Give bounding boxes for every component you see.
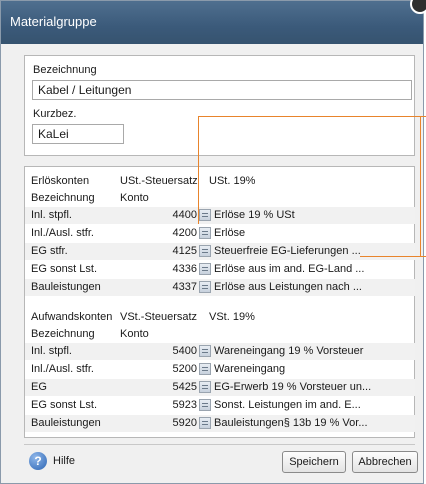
table-row: Inl./Ausl. stfr. 4200 Erlöse <box>25 225 415 242</box>
row-label: EG <box>31 381 47 393</box>
table-row: Bauleistungen 4337 Erlöse aus Leistungen… <box>25 279 415 296</box>
erloes-section-title: Erlöskonten <box>31 175 90 187</box>
kurzbez-input[interactable]: KaLei <box>32 124 124 144</box>
row-label: EG stfr. <box>31 245 68 257</box>
vst-rate-label: VSt.-Steuersatz <box>120 311 198 323</box>
account-description: Sonst. Leistungen im and. E... <box>214 399 361 411</box>
account-number[interactable]: 4400 <box>173 209 197 221</box>
account-description: Bauleistungen§ 13b 19 % Vor... <box>214 417 368 429</box>
col-konto: Konto <box>120 328 149 340</box>
account-picker-icon[interactable] <box>199 345 211 357</box>
name-group: Bezeichnung Kabel / Leitungen Kurzbez. K… <box>24 55 415 156</box>
aufwand-header-row: Aufwandskonten VSt.-Steuersatz VSt. 19% <box>25 309 415 326</box>
table-row: Inl. stpfl. 4400 Erlöse 19 % USt <box>25 207 415 224</box>
ust-rate-value[interactable]: USt. 19% <box>209 175 255 187</box>
account-number[interactable]: 4200 <box>173 227 197 239</box>
callout-line <box>360 256 426 257</box>
account-picker-icon[interactable] <box>199 417 211 429</box>
account-picker-icon[interactable] <box>199 399 211 411</box>
kurzbez-label: Kurzbez. <box>33 108 77 120</box>
table-row: EG 5425 EG-Erwerb 19 % Vorsteuer un... <box>25 379 415 396</box>
dialog-window: Materialgruppe Bezeichnung Kabel / Leitu… <box>0 0 424 484</box>
account-description: Wareneingang 19 % Vorsteuer <box>214 345 364 357</box>
row-label: EG sonst Lst. <box>31 399 98 411</box>
bezeichnung-label: Bezeichnung <box>33 64 97 76</box>
account-description: Erlöse aus im and. EG-Land ... <box>214 263 365 275</box>
callout-line <box>198 116 426 117</box>
table-row: EG stfr. 4125 Steuerfreie EG-Lieferungen… <box>25 243 415 260</box>
ust-rate-label: USt.-Steuersatz <box>120 175 198 187</box>
account-number[interactable]: 4336 <box>173 263 197 275</box>
account-description: Erlöse 19 % USt <box>214 209 295 221</box>
aufwand-subheader-row: Bezeichnung Konto <box>25 326 415 343</box>
erloes-subheader-row: Bezeichnung Konto <box>25 190 415 207</box>
account-description: Wareneingang <box>214 363 286 375</box>
account-description: Erlöse <box>214 227 246 239</box>
account-description: EG-Erwerb 19 % Vorsteuer un... <box>214 381 372 393</box>
account-picker-icon[interactable] <box>199 227 211 239</box>
account-picker-icon[interactable] <box>199 381 211 393</box>
account-picker-icon[interactable] <box>199 245 211 257</box>
help-icon[interactable]: ? <box>29 452 47 470</box>
footer-divider <box>24 444 415 445</box>
cancel-button[interactable]: Abbrechen <box>352 451 418 473</box>
aufwand-section-title: Aufwandskonten <box>31 311 113 323</box>
callout-line <box>420 116 421 256</box>
callout-line <box>198 116 199 224</box>
row-label: Inl. stpfl. <box>31 345 72 357</box>
vst-rate-value[interactable]: VSt. 19% <box>209 311 255 323</box>
row-label: Inl. stpfl. <box>31 209 72 221</box>
col-bezeichnung: Bezeichnung <box>31 328 95 340</box>
col-konto: Konto <box>120 192 149 204</box>
account-number[interactable]: 4337 <box>173 281 197 293</box>
account-picker-icon[interactable] <box>199 209 211 221</box>
table-row: Bauleistungen 5920 Bauleistungen§ 13b 19… <box>25 415 415 432</box>
table-row: Inl. stpfl. 5400 Wareneingang 19 % Vorst… <box>25 343 415 360</box>
account-number[interactable]: 4125 <box>173 245 197 257</box>
erloes-header-row: Erlöskonten USt.-Steuersatz USt. 19% <box>25 173 415 190</box>
account-number[interactable]: 5920 <box>173 417 197 429</box>
account-picker-icon[interactable] <box>199 363 211 375</box>
account-number[interactable]: 5923 <box>173 399 197 411</box>
account-picker-icon[interactable] <box>199 263 211 275</box>
save-button[interactable]: Speichern <box>282 451 346 473</box>
account-description: Erlöse aus Leistungen nach ... <box>214 281 362 293</box>
row-label: Bauleistungen <box>31 417 101 429</box>
window-title: Materialgruppe <box>10 14 97 29</box>
table-row: Inl./Ausl. stfr. 5200 Wareneingang <box>25 361 415 378</box>
table-row: EG sonst Lst. 5923 Sonst. Leistungen im … <box>25 397 415 414</box>
help-label[interactable]: Hilfe <box>53 455 75 467</box>
row-label: EG sonst Lst. <box>31 263 98 275</box>
row-label: Inl./Ausl. stfr. <box>31 363 94 375</box>
account-number[interactable]: 5400 <box>173 345 197 357</box>
account-number[interactable]: 5200 <box>173 363 197 375</box>
row-label: Inl./Ausl. stfr. <box>31 227 94 239</box>
bezeichnung-input[interactable]: Kabel / Leitungen <box>32 80 412 100</box>
row-label: Bauleistungen <box>31 281 101 293</box>
account-picker-icon[interactable] <box>199 281 211 293</box>
account-number[interactable]: 5425 <box>173 381 197 393</box>
account-description: Steuerfreie EG-Lieferungen ... <box>214 245 361 257</box>
table-row: EG sonst Lst. 4336 Erlöse aus im and. EG… <box>25 261 415 278</box>
col-bezeichnung: Bezeichnung <box>31 192 95 204</box>
accounts-group: Erlöskonten USt.-Steuersatz USt. 19% Bez… <box>24 166 415 438</box>
title-bar: Materialgruppe <box>1 1 423 44</box>
